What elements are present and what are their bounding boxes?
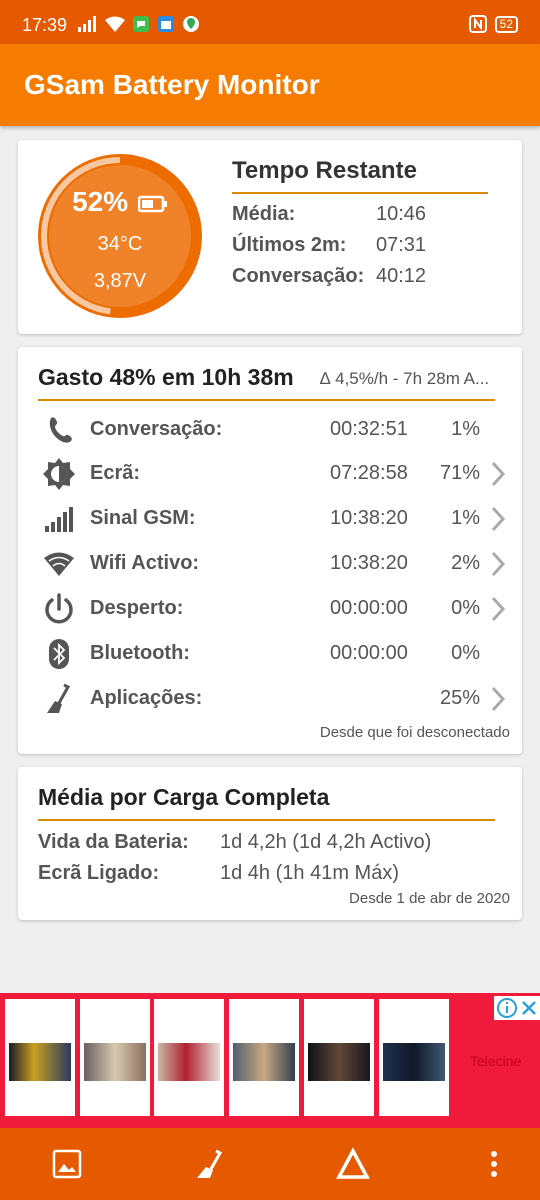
broom-icon bbox=[47, 683, 71, 713]
time-remaining-row: Últimos 2m: 07:31 bbox=[232, 234, 427, 256]
bluetooth-icon bbox=[49, 639, 69, 669]
delta-icon[interactable] bbox=[335, 1146, 371, 1182]
ad-tile[interactable] bbox=[304, 999, 374, 1116]
ad-close-icon[interactable] bbox=[519, 998, 539, 1018]
chevron-right-icon bbox=[491, 506, 506, 532]
usage-row-gsm[interactable]: Sinal GSM: 10:38:20 1% bbox=[18, 497, 522, 541]
usage-row-bluetooth: Bluetooth: 00:00:00 0% bbox=[18, 632, 522, 676]
battery-level-icon bbox=[137, 195, 167, 212]
chevron-right-icon bbox=[491, 551, 506, 577]
chevron-right-icon bbox=[491, 461, 506, 487]
full-charge-row: Ecrã Ligado: 1d 4h (1h 41m Máx) bbox=[38, 862, 399, 884]
usage-card: Gasto 48% em 10h 38m ∆ 4,5%/h - 7h 28m A… bbox=[18, 347, 522, 754]
usage-delta: ∆ 4,5%/h - 7h 28m A... bbox=[320, 369, 490, 388]
divider bbox=[38, 399, 495, 401]
app-bar: GSam Battery Monitor bbox=[0, 44, 540, 126]
screen-brightness-icon bbox=[43, 458, 75, 490]
wifi-icon bbox=[105, 16, 125, 32]
divider bbox=[38, 819, 495, 821]
calendar-icon bbox=[158, 16, 174, 32]
chevron-right-icon bbox=[491, 686, 506, 712]
maps-icon bbox=[183, 16, 199, 32]
usage-row-apps[interactable]: Aplicações: 25% bbox=[18, 677, 522, 721]
ad-poster-image bbox=[84, 1043, 146, 1081]
ad-tile[interactable] bbox=[379, 999, 449, 1116]
ad-poster-image bbox=[158, 1043, 220, 1081]
ad-tile[interactable] bbox=[154, 999, 224, 1116]
battery-icon: 52 bbox=[494, 15, 518, 33]
ad-poster-image bbox=[9, 1043, 71, 1081]
full-charge-footer: Desde 1 de abr de 2020 bbox=[349, 890, 510, 907]
app-title: GSam Battery Monitor bbox=[24, 69, 320, 100]
signal-bars-icon bbox=[45, 507, 73, 532]
ad-poster-image bbox=[233, 1043, 295, 1081]
ad-info-icons[interactable] bbox=[494, 996, 540, 1020]
bottom-toolbar bbox=[0, 1128, 540, 1200]
full-charge-title: Média por Carga Completa bbox=[38, 784, 330, 810]
usage-row-awake[interactable]: Desperto: 00:00:00 0% bbox=[18, 587, 522, 631]
battery-summary-card[interactable]: 52% 34°C 3,87V Tempo Restante Média: 10:4… bbox=[18, 140, 522, 334]
full-charge-row: Vida da Bateria: 1d 4,2h (1d 4,2h Activo) bbox=[38, 831, 432, 853]
usage-row-screen[interactable]: Ecrã: 07:28:58 71% bbox=[18, 452, 522, 496]
battery-temperature: 34°C bbox=[97, 233, 143, 255]
phone-icon bbox=[49, 417, 72, 443]
status-time: 17:39 bbox=[22, 15, 68, 35]
ad-poster-image bbox=[308, 1043, 370, 1081]
battery-percent: 52% bbox=[38, 186, 202, 218]
more-vert-icon[interactable] bbox=[476, 1146, 512, 1182]
ad-brand-text: Telecine bbox=[470, 1053, 522, 1069]
ad-banner[interactable]: Telecine bbox=[0, 993, 540, 1128]
image-icon[interactable] bbox=[49, 1146, 85, 1182]
chevron-right-icon bbox=[491, 596, 506, 622]
status-bar: 17:39 52 bbox=[0, 0, 540, 44]
ad-poster-image bbox=[383, 1043, 445, 1081]
usage-footer: Desde que foi desconectado bbox=[319, 724, 510, 741]
ad-tile[interactable] bbox=[229, 999, 299, 1116]
ad-info-icon[interactable] bbox=[496, 997, 518, 1019]
signal-icon bbox=[78, 16, 96, 32]
usage-row-wifi[interactable]: Wifi Activo: 10:38:20 2% bbox=[18, 542, 522, 586]
full-charge-card: Média por Carga Completa Vida da Bateria… bbox=[18, 767, 522, 920]
usage-title: Gasto 48% em 10h 38m bbox=[38, 364, 294, 390]
usage-row-call: Conversação: 00:32:51 1% bbox=[18, 408, 522, 452]
status-icons bbox=[78, 15, 200, 33]
time-remaining-row: Conversação: 40:12 bbox=[232, 265, 427, 287]
status-right: 52 bbox=[468, 15, 518, 33]
power-icon bbox=[45, 593, 73, 624]
wifi-icon bbox=[44, 552, 74, 576]
chat-icon bbox=[133, 16, 149, 32]
ad-tile[interactable] bbox=[5, 999, 75, 1116]
divider bbox=[232, 192, 488, 194]
ad-tile[interactable] bbox=[80, 999, 150, 1116]
broom-icon[interactable] bbox=[191, 1146, 227, 1182]
time-remaining-row: Média: 10:46 bbox=[232, 203, 427, 225]
battery-voltage: 3,87V bbox=[93, 270, 147, 292]
nfc-icon bbox=[468, 15, 487, 33]
time-remaining-title: Tempo Restante bbox=[232, 157, 417, 184]
